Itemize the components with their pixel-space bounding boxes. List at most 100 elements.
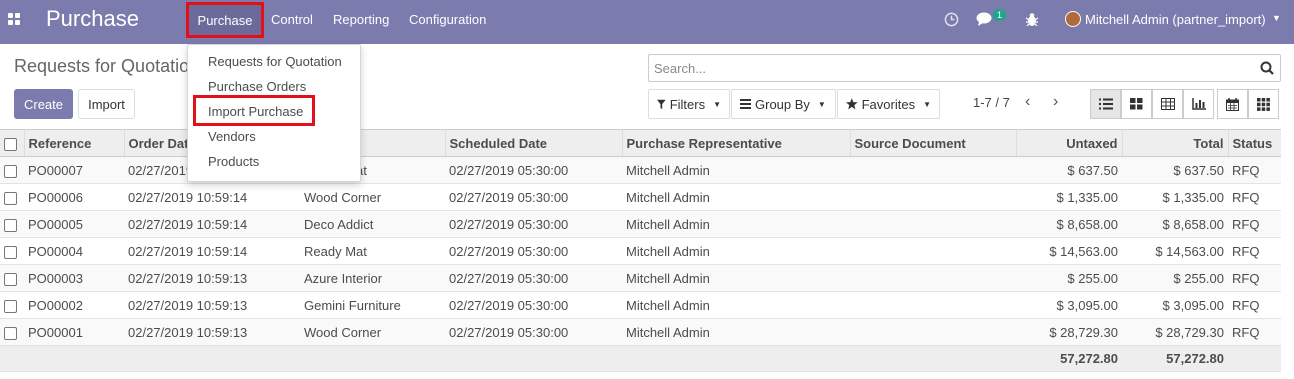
menu-item-purchase-orders[interactable]: Purchase Orders	[208, 79, 306, 94]
table-row[interactable]: PO00002 02/27/2019 10:59:13 Gemini Furnitu…	[0, 291, 1281, 319]
cell-order-date: 02/27/2019 10:59:13	[124, 264, 300, 292]
cell-source-document	[850, 318, 1016, 346]
chevron-right-icon[interactable]: ›	[1053, 93, 1058, 111]
footer-grand-total: 57,272.80	[1122, 345, 1228, 372]
header-reference[interactable]: Reference	[23, 129, 124, 157]
cell-purchase-representative: Mitchell Admin	[622, 291, 850, 319]
row-checkbox[interactable]	[4, 272, 17, 286]
kanban-icon	[1130, 98, 1143, 110]
cell-total: $ 3,095.00	[1122, 291, 1228, 319]
clock-icon[interactable]	[944, 12, 959, 27]
star-icon	[846, 98, 858, 110]
row-checkbox[interactable]	[4, 245, 17, 259]
header-status[interactable]: Status	[1227, 129, 1281, 157]
cell-untaxed: $ 14,563.00	[1016, 237, 1122, 265]
import-purchase-highlight	[193, 95, 315, 126]
row-checkbox[interactable]	[4, 218, 17, 232]
apps-menu-icon[interactable]	[8, 13, 22, 27]
cell-purchase-representative: Mitchell Admin	[622, 156, 850, 184]
cell-order-date: 02/27/2019 10:59:13	[124, 318, 300, 346]
menu-item-products[interactable]: Products	[208, 154, 259, 169]
bug-icon[interactable]	[1025, 12, 1039, 27]
table-row[interactable]: PO00005 02/27/2019 10:59:14 Deco Addict 02/…	[0, 210, 1281, 238]
row-checkbox[interactable]	[4, 326, 17, 340]
cell-untaxed: $ 255.00	[1016, 264, 1122, 292]
cell-vendor: Wood Corner	[300, 183, 445, 211]
table-row[interactable]: PO00001 02/27/2019 10:59:13 Wood Corner 02/…	[0, 318, 1281, 346]
cell-scheduled-date: 02/27/2019 05:30:00	[445, 291, 622, 319]
cell-total: $ 28,729.30	[1122, 318, 1228, 346]
cell-source-document	[850, 237, 1016, 265]
cell-vendor: Gemini Furniture	[300, 291, 445, 319]
cell-status: RFQ	[1228, 264, 1281, 292]
menu-item-requests-for-quotation[interactable]: Requests for Quotation	[208, 54, 342, 69]
cell-reference: PO00001	[24, 318, 124, 346]
cell-reference: PO00006	[24, 183, 124, 211]
row-checkbox[interactable]	[4, 299, 17, 313]
list-icon	[740, 99, 751, 109]
calendar-view-button[interactable]	[1217, 89, 1248, 119]
cell-order-date: 02/27/2019 10:59:13	[124, 291, 300, 319]
select-all-checkbox[interactable]	[4, 137, 17, 151]
user-avatar[interactable]	[1065, 11, 1081, 27]
select-all-cell	[0, 129, 24, 157]
row-checkbox[interactable]	[4, 191, 17, 205]
menu-control[interactable]: Control	[271, 12, 313, 27]
cell-scheduled-date: 02/27/2019 05:30:00	[445, 156, 622, 184]
create-button[interactable]: Create	[14, 89, 73, 119]
pivot-view-button[interactable]	[1152, 89, 1183, 119]
kanban-view-button[interactable]	[1121, 89, 1152, 119]
import-button[interactable]: Import	[78, 89, 135, 119]
row-select-cell	[0, 156, 24, 184]
search-icon[interactable]	[1260, 61, 1274, 75]
pager-value[interactable]: 1-7 / 7	[973, 95, 1010, 110]
search-bar	[648, 54, 1281, 82]
cell-reference: PO00002	[24, 291, 124, 319]
row-select-cell	[0, 183, 24, 211]
header-scheduled-date[interactable]: Scheduled Date	[444, 129, 622, 157]
header-total[interactable]: Total	[1121, 129, 1228, 157]
cell-purchase-representative: Mitchell Admin	[622, 210, 850, 238]
table-icon	[1160, 98, 1175, 110]
menu-item-vendors[interactable]: Vendors	[208, 129, 256, 144]
table-row[interactable]: PO00006 02/27/2019 10:59:14 Wood Corner 02/…	[0, 183, 1281, 211]
cell-status: RFQ	[1228, 237, 1281, 265]
grid-view-button[interactable]	[1248, 89, 1279, 119]
chevron-left-icon[interactable]: ‹	[1025, 93, 1030, 111]
cell-vendor: Ready Mat	[300, 237, 445, 265]
filter-icon	[657, 99, 666, 109]
row-checkbox[interactable]	[4, 164, 17, 178]
search-input[interactable]	[654, 60, 1244, 77]
cell-scheduled-date: 02/27/2019 05:30:00	[445, 210, 622, 238]
header-source-document[interactable]: Source Document	[849, 129, 1016, 157]
list-view-button[interactable]	[1090, 89, 1121, 119]
cell-untaxed: $ 637.50	[1016, 156, 1122, 184]
table-row[interactable]: PO00004 02/27/2019 10:59:14 Ready Mat 02/27…	[0, 237, 1281, 265]
row-select-cell	[0, 264, 24, 292]
favorites-button[interactable]: Favorites ▼	[837, 89, 940, 119]
user-name[interactable]: Mitchell Admin (partner_import)	[1085, 12, 1266, 27]
cell-status: RFQ	[1228, 210, 1281, 238]
cell-order-date: 02/27/2019 10:59:14	[124, 183, 300, 211]
header-untaxed[interactable]: Untaxed	[1015, 129, 1122, 157]
cell-total: $ 8,658.00	[1122, 210, 1228, 238]
cell-untaxed: $ 8,658.00	[1016, 210, 1122, 238]
groupby-button[interactable]: Group By ▼	[731, 89, 836, 119]
menu-configuration[interactable]: Configuration	[409, 12, 486, 27]
caret-down-icon[interactable]: ▼	[1272, 13, 1281, 23]
cell-reference: PO00003	[24, 264, 124, 292]
cell-status: RFQ	[1228, 183, 1281, 211]
table-row[interactable]: PO00003 02/27/2019 10:59:13 Azure Interior…	[0, 264, 1281, 292]
graph-view-button[interactable]	[1183, 89, 1214, 119]
cell-total: $ 14,563.00	[1122, 237, 1228, 265]
menu-purchase[interactable]: Purchase	[186, 2, 264, 38]
menu-reporting[interactable]: Reporting	[333, 12, 389, 27]
filters-button[interactable]: Filters ▼	[648, 89, 730, 119]
cell-scheduled-date: 02/27/2019 05:30:00	[445, 318, 622, 346]
cell-purchase-representative: Mitchell Admin	[622, 264, 850, 292]
cell-scheduled-date: 02/27/2019 05:30:00	[445, 183, 622, 211]
cell-total: $ 637.50	[1122, 156, 1228, 184]
cell-reference: PO00005	[24, 210, 124, 238]
header-purchase-representative[interactable]: Purchase Representative	[621, 129, 850, 157]
chat-icon[interactable]	[976, 12, 994, 27]
